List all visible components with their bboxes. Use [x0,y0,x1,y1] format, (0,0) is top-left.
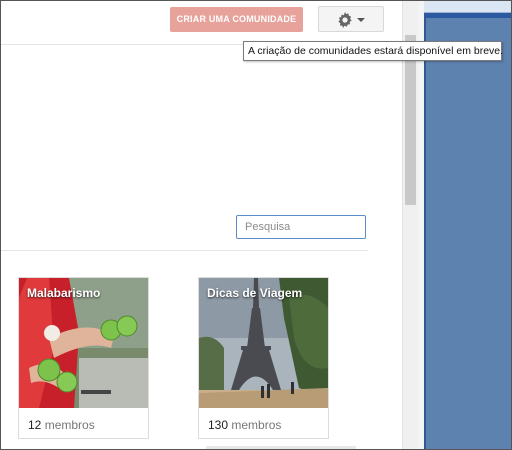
community-title[interactable]: Malabarismo [27,286,100,300]
main-content: CRIAR UMA COMUNIDADE Pesquisa Malabarism… [0,0,402,450]
gear-icon [338,12,352,28]
section-divider [0,250,368,251]
member-count-label: membros [44,418,95,432]
community-card-dicas-de-viagem[interactable]: Dicas de Viagem 130 membros [198,277,329,439]
vertical-scrollbar[interactable] [402,0,418,450]
create-community-button[interactable]: CRIAR UMA COMUNIDADE [170,7,303,32]
next-row-card-edge [206,446,356,449]
member-count-number: 12 [28,418,42,432]
community-title[interactable]: Dicas de Viagem [207,286,302,300]
search-input[interactable] [236,215,366,239]
caret-down-icon [357,18,365,22]
background-window-body [424,18,512,450]
member-count: 130 membros [208,418,281,432]
community-card-malabarismo[interactable]: Malabarismo 12 membros [18,277,149,439]
member-count-number: 130 [208,418,229,432]
member-count: 12 membros [28,418,95,432]
member-count-label: membros [231,418,282,432]
background-window [418,0,512,450]
settings-button[interactable] [318,6,384,32]
create-community-tooltip: A criação de comunidades estará disponív… [243,41,503,61]
background-window-titlebar [424,0,512,13]
